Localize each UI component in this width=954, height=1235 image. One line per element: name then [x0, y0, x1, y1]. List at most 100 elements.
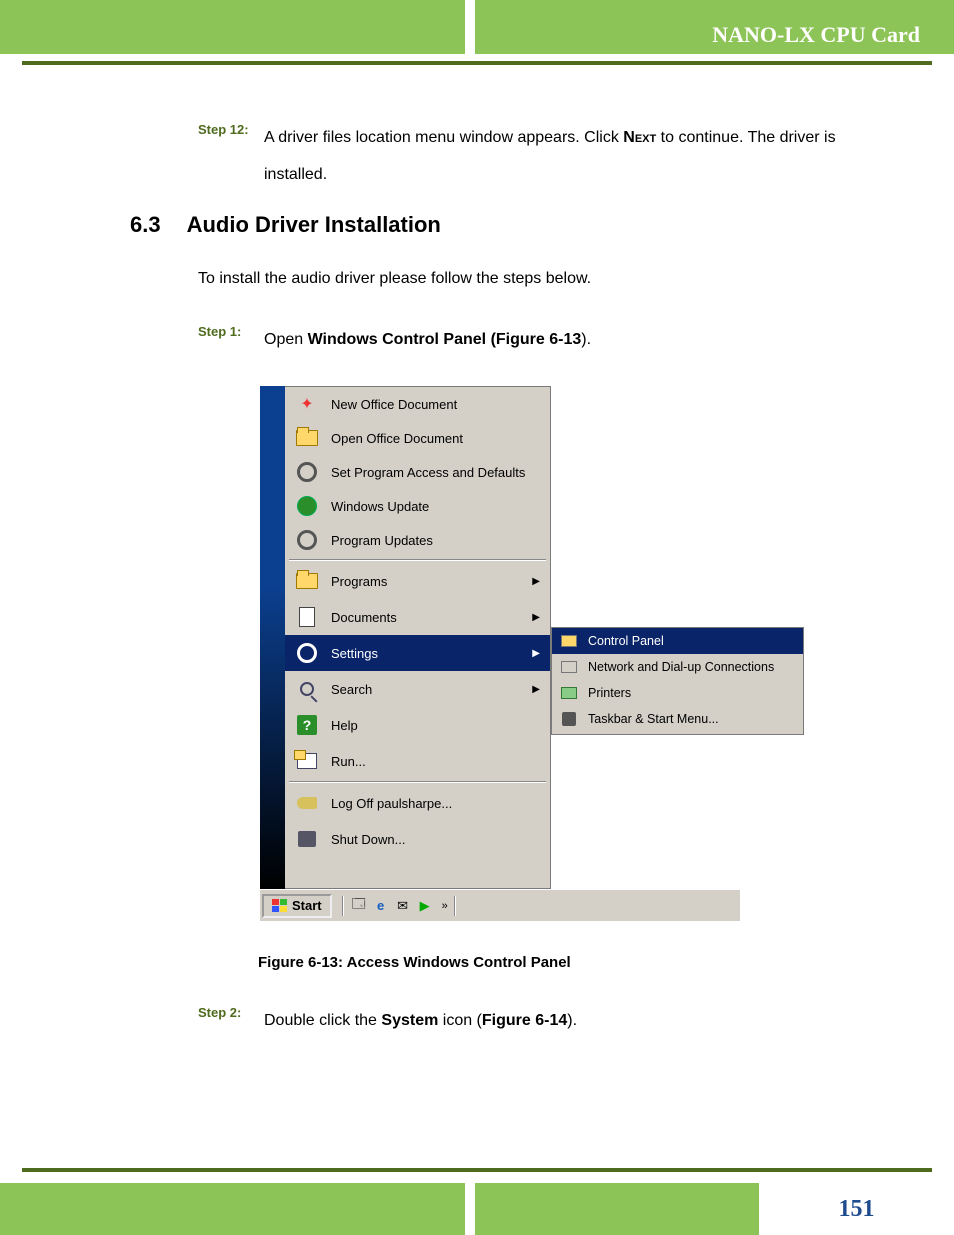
panel-icon [558, 632, 580, 650]
figure-start-menu: Windows 2000 Professional ✦ New Office D… [260, 386, 810, 922]
menu-item-label: Open Office Document [331, 431, 550, 446]
outlook-icon[interactable]: ✉ [394, 897, 412, 915]
menu-item-label: Programs [331, 574, 532, 589]
footer-rule [22, 1168, 932, 1172]
menu-separator [289, 559, 546, 561]
content-area: Step 12: A driver files location menu wi… [130, 120, 890, 1052]
help-icon: ? [293, 711, 321, 739]
submenu-item-label: Network and Dial-up Connections [588, 660, 774, 674]
chevron-right-icon: ▶ [532, 684, 540, 695]
folder-icon [293, 424, 321, 452]
menu-item-label: New Office Document [331, 397, 550, 412]
taskbar-icon [558, 710, 580, 728]
step-2: Step 2: Double click the System icon (Fi… [198, 1003, 890, 1040]
submenu-item-taskbar[interactable]: Taskbar & Start Menu... [552, 706, 803, 732]
text: Double click the [264, 1012, 381, 1029]
desktop-icon[interactable]: 🗔 [350, 897, 368, 915]
menu-item-open-office-document[interactable]: Open Office Document [285, 421, 550, 455]
menu-item-label: Shut Down... [331, 832, 550, 847]
menu-item-label: Settings [331, 646, 532, 661]
separator [342, 896, 344, 916]
globe-icon [293, 492, 321, 520]
figure-caption: Figure 6-13: Access Windows Control Pane… [258, 954, 890, 971]
intro-text: To install the audio driver please follo… [198, 270, 890, 288]
star-icon: ✦ [293, 390, 321, 418]
submenu-item-printers[interactable]: Printers [552, 680, 803, 706]
product-name: NANO-LX CPU Card [712, 22, 920, 48]
footer-divider [465, 1183, 475, 1235]
menu-item-program-updates[interactable]: Program Updates [285, 523, 550, 557]
submenu-item-control-panel[interactable]: Control Panel [552, 628, 803, 654]
start-menu-brand-band: Windows 2000 Professional [260, 386, 285, 889]
step-label: Step 1: [198, 322, 264, 339]
page-number-box: 151 [759, 1183, 954, 1235]
menu-item-label: Program Updates [331, 533, 550, 548]
step-12: Step 12: A driver files location menu wi… [198, 120, 890, 194]
network-icon [558, 658, 580, 676]
step-text: A driver files location menu window appe… [264, 120, 890, 194]
chevron-right-icon[interactable]: » [442, 900, 448, 912]
menu-item-label: Log Off paulsharpe... [331, 796, 550, 811]
text: icon ( [438, 1012, 482, 1029]
key-icon [293, 789, 321, 817]
power-icon [293, 825, 321, 853]
gear-icon [293, 526, 321, 554]
submenu-item-network[interactable]: Network and Dial-up Connections [552, 654, 803, 680]
chevron-right-icon: ▶ [532, 648, 540, 659]
section-title: Audio Driver Installation [187, 212, 441, 238]
menu-item-settings[interactable]: Settings ▶ [285, 635, 550, 671]
menu-item-set-program-access[interactable]: Set Program Access and Defaults [285, 455, 550, 489]
step-text: Double click the System icon (Figure 6-1… [264, 1003, 890, 1040]
text: ). [567, 1012, 577, 1029]
chevron-right-icon: ▶ [532, 576, 540, 587]
menu-item-label: Help [331, 718, 550, 733]
menu-item-programs[interactable]: Programs ▶ [285, 563, 550, 599]
menu-item-search[interactable]: Search ▶ [285, 671, 550, 707]
bold: Windows Control Panel (Figure 6-13 [308, 331, 582, 348]
start-menu-column: ✦ New Office Document Open Office Docume… [285, 386, 551, 889]
printers-icon [558, 684, 580, 702]
windows-flag-icon [272, 899, 288, 913]
ie-icon[interactable]: e [372, 897, 390, 915]
step-1: Step 1: Open Windows Control Panel (Figu… [198, 322, 890, 359]
brand-bold: Windows 2000 [245, 767, 262, 881]
quick-launch: 🗔 e ✉ ▶ » [340, 896, 458, 916]
settings-submenu: Control Panel Network and Dial-up Connec… [551, 627, 804, 735]
header-divider [465, 0, 475, 54]
menu-item-log-off[interactable]: Log Off paulsharpe... [285, 785, 550, 821]
step-label: Step 2: [198, 1003, 264, 1020]
menu-item-windows-update[interactable]: Windows Update [285, 489, 550, 523]
menu-item-label: Set Program Access and Defaults [331, 465, 550, 480]
menu-item-documents[interactable]: Documents ▶ [285, 599, 550, 635]
menu-item-label: Documents [331, 610, 532, 625]
menu-item-new-office-document[interactable]: ✦ New Office Document [285, 387, 550, 421]
run-icon [293, 747, 321, 775]
doc-icon [293, 603, 321, 631]
bold: System [381, 1012, 438, 1029]
folder-icon [293, 567, 321, 595]
next-smallcaps: Next [623, 129, 656, 146]
start-button[interactable]: Start [262, 894, 332, 918]
submenu-item-label: Printers [588, 686, 631, 700]
menu-item-label: Search [331, 682, 532, 697]
submenu-item-label: Control Panel [588, 634, 664, 648]
menu-item-label: Run... [331, 754, 550, 769]
gear-icon [293, 458, 321, 486]
section-heading: 6.3 Audio Driver Installation [130, 212, 890, 238]
start-label: Start [292, 898, 322, 913]
step-label: Step 12: [198, 120, 264, 137]
chevron-right-icon: ▶ [532, 612, 540, 623]
gear-icon [293, 639, 321, 667]
menu-item-run[interactable]: Run... [285, 743, 550, 779]
menu-item-label: Windows Update [331, 499, 550, 514]
media-icon[interactable]: ▶ [416, 897, 434, 915]
search-icon [293, 675, 321, 703]
step-text: Open Windows Control Panel (Figure 6-13)… [264, 322, 890, 359]
menu-item-shut-down[interactable]: Shut Down... [285, 821, 550, 857]
brand-light: Professional [245, 679, 262, 768]
bold: Figure 6-14 [482, 1012, 567, 1029]
page-number: 151 [839, 1196, 875, 1223]
menu-item-help[interactable]: ? Help [285, 707, 550, 743]
windows-brand-text: Windows 2000 Professional [245, 679, 262, 881]
taskbar: Start 🗔 e ✉ ▶ » [260, 889, 740, 921]
